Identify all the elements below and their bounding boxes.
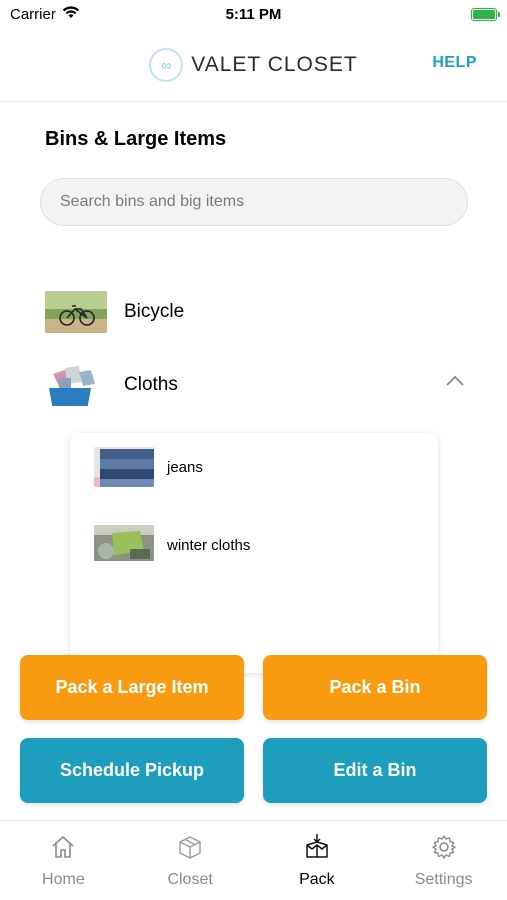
pack-large-item-button[interactable]: Pack a Large Item xyxy=(20,655,244,720)
gear-icon xyxy=(430,833,458,861)
help-link[interactable]: HELP xyxy=(432,54,477,72)
sub-item-winter-cloths[interactable]: winter cloths xyxy=(94,525,250,565)
home-icon xyxy=(49,833,77,861)
tab-label: Closet xyxy=(167,871,213,888)
cloths-sub-items-card: jeans winter cloths xyxy=(70,433,438,673)
cloths-thumbnail xyxy=(45,364,107,406)
status-bar: Carrier 5:11 PM xyxy=(0,0,507,28)
item-label: Bicycle xyxy=(124,301,185,322)
jeans-thumbnail xyxy=(94,447,154,487)
brand-logo: ∞ VALET CLOSET xyxy=(149,47,358,82)
list-item-cloths[interactable]: Cloths xyxy=(45,360,475,410)
tab-home[interactable]: Home xyxy=(0,821,127,900)
tab-label: Settings xyxy=(414,871,473,888)
tab-closet[interactable]: Closet xyxy=(127,821,254,900)
sub-item-label: jeans xyxy=(167,458,203,476)
page-title: Bins & Large Items xyxy=(45,128,227,150)
tab-pack[interactable]: Pack xyxy=(254,821,381,900)
tab-label: Pack xyxy=(299,871,335,888)
carrier-label: Carrier xyxy=(10,5,56,23)
winter-cloths-thumbnail xyxy=(94,525,154,565)
box-icon xyxy=(176,833,204,861)
wifi-icon xyxy=(62,5,80,23)
sub-item-label: winter cloths xyxy=(167,536,251,554)
edit-bin-button[interactable]: Edit a Bin xyxy=(263,738,487,803)
search-box[interactable] xyxy=(40,178,468,226)
sub-item-jeans[interactable]: jeans xyxy=(94,447,203,487)
logo-infinity-icon: ∞ xyxy=(149,47,184,82)
status-left: Carrier xyxy=(10,6,80,23)
tab-bar: Home Closet Pack Settings xyxy=(0,820,507,900)
bicycle-thumbnail xyxy=(45,291,107,333)
item-label: Cloths xyxy=(124,374,178,395)
chevron-up-icon[interactable] xyxy=(445,374,465,392)
tab-label: Home xyxy=(42,871,85,888)
app-header: ∞ VALET CLOSET HELP xyxy=(0,28,507,102)
list-item-bicycle[interactable]: Bicycle xyxy=(45,287,475,337)
battery-icon xyxy=(471,7,500,21)
pack-box-icon xyxy=(303,833,331,861)
schedule-pickup-button[interactable]: Schedule Pickup xyxy=(20,738,244,803)
tab-settings[interactable]: Settings xyxy=(380,821,507,900)
search-input[interactable] xyxy=(60,193,448,211)
pack-bin-button[interactable]: Pack a Bin xyxy=(263,655,487,720)
brand-name: VALET CLOSET xyxy=(191,52,358,76)
